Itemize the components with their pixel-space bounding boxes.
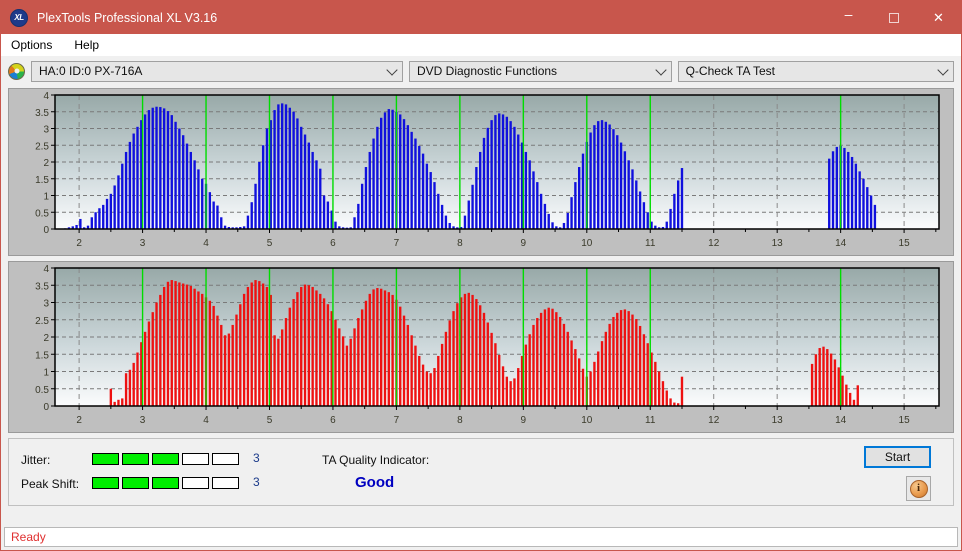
info-button[interactable]: i (906, 476, 931, 501)
svg-text:0: 0 (43, 225, 49, 236)
svg-text:7: 7 (394, 415, 400, 426)
svg-text:4: 4 (203, 415, 209, 426)
status-text: Ready (11, 530, 46, 544)
jitter-meter (92, 453, 239, 465)
ta-quality-value: Good (355, 474, 395, 491)
start-button[interactable]: Start (864, 446, 931, 468)
jitter-chart: 0 0.5 1 1.5 2 2.5 3 3.5 4 2 3 4 5 6 7 8 9 10 11 12 13 14 15 (35, 91, 940, 249)
svg-text:15: 15 (899, 238, 911, 249)
svg-text:13: 13 (772, 238, 784, 249)
app-icon: XL (10, 8, 28, 27)
window-controls: – ✕ (826, 1, 961, 34)
drive-select[interactable]: HA:0 ID:0 PX-716A (31, 60, 403, 82)
window-title: PlexTools Professional XL V3.16 (37, 10, 218, 25)
maximize-icon[interactable] (871, 1, 916, 34)
info-icon: i (909, 479, 928, 498)
svg-text:13: 13 (772, 415, 784, 426)
chevron-down-icon (386, 64, 398, 76)
toolbar: HA:0 ID:0 PX-716A DVD Diagnostic Functio… (1, 56, 961, 86)
meter-segment (122, 477, 149, 489)
svg-text:5: 5 (267, 415, 273, 426)
application-window: XL PlexTools Professional XL V3.16 – ✕ O… (0, 0, 962, 551)
close-icon[interactable]: ✕ (916, 1, 961, 34)
jitter-value: 3 (253, 451, 260, 465)
svg-text:10: 10 (581, 415, 593, 426)
test-select-value: Q-Check TA Test (685, 64, 775, 78)
meter-segment (182, 477, 209, 489)
chevron-down-icon (654, 64, 667, 76)
svg-text:2: 2 (76, 238, 82, 249)
drive-select-value: HA:0 ID:0 PX-716A (39, 64, 143, 78)
svg-text:8: 8 (457, 238, 463, 249)
function-select-value: DVD Diagnostic Functions (417, 64, 558, 78)
svg-text:15: 15 (899, 415, 911, 426)
peak-shift-value: 3 (253, 475, 260, 489)
minimize-icon[interactable]: – (826, 1, 871, 34)
charts-container: 0 0.5 1 1.5 2 2.5 3 3.5 4 2 3 4 5 6 7 8 9 10 11 12 13 14 15 00… (1, 86, 961, 433)
results-panel: Jitter: 3 Peak Shift: 3 TA Quality Indic… (8, 438, 954, 506)
meter-segment (212, 477, 239, 489)
svg-text:3: 3 (43, 125, 49, 136)
meter-segment (182, 453, 209, 465)
menu-item-options[interactable]: Options (7, 36, 62, 54)
svg-text:4: 4 (43, 264, 49, 275)
meter-segment (152, 453, 179, 465)
meter-segment (92, 453, 119, 465)
svg-text:4: 4 (43, 91, 49, 102)
svg-text:3: 3 (140, 415, 146, 426)
menu-item-help[interactable]: Help (70, 36, 109, 54)
svg-text:3.5: 3.5 (35, 108, 49, 119)
svg-text:1.5: 1.5 (35, 350, 49, 361)
svg-text:5: 5 (267, 238, 273, 249)
svg-text:12: 12 (708, 415, 720, 426)
function-select[interactable]: DVD Diagnostic Functions (409, 60, 672, 82)
svg-text:2.5: 2.5 (35, 316, 49, 327)
svg-text:2: 2 (43, 158, 49, 169)
svg-text:6: 6 (330, 238, 336, 249)
meter-segment (92, 477, 119, 489)
svg-text:14: 14 (835, 415, 847, 426)
svg-text:1.5: 1.5 (35, 175, 49, 186)
svg-text:0: 0 (43, 402, 49, 413)
peak-shift-chart: 0 0.5 1 1.5 2 2.5 3 3.5 4 2 3 4 5 6 7 8 9 10 11 12 13 14 15 (35, 264, 940, 426)
meter-segment (212, 453, 239, 465)
svg-text:1: 1 (43, 368, 49, 379)
svg-text:3: 3 (43, 299, 49, 310)
jitter-label: Jitter: (21, 453, 51, 467)
svg-text:8: 8 (457, 415, 463, 426)
status-bar: Ready (4, 527, 958, 547)
svg-text:9: 9 (521, 238, 527, 249)
meter-segment (152, 477, 179, 489)
test-select[interactable]: Q-Check TA Test (677, 60, 954, 82)
svg-text:2: 2 (43, 333, 49, 344)
ta-quality-label: TA Quality Indicator: (322, 453, 430, 467)
svg-text:9: 9 (521, 415, 527, 426)
peak-shift-chart-panel: 0 0.5 1 1.5 2 2.5 3 3.5 4 2 3 4 5 6 7 8 9 10 11 12 13 14 15 (8, 261, 954, 433)
svg-text:3.5: 3.5 (35, 281, 49, 292)
svg-text:4: 4 (203, 238, 209, 249)
meter-segment (122, 453, 149, 465)
svg-text:0.5: 0.5 (35, 385, 49, 396)
jitter-chart-panel: 0 0.5 1 1.5 2 2.5 3 3.5 4 2 3 4 5 6 7 8 9 10 11 12 13 14 15 (8, 88, 954, 256)
svg-text:3: 3 (140, 238, 146, 249)
svg-text:6: 6 (330, 415, 336, 426)
peak-shift-meter (92, 477, 239, 489)
chevron-down-icon (937, 64, 949, 76)
svg-text:7: 7 (394, 238, 400, 249)
disc-icon (8, 62, 25, 80)
menu-bar: Options Help (1, 34, 961, 56)
title-bar: XL PlexTools Professional XL V3.16 – ✕ (1, 1, 961, 34)
svg-text:14: 14 (835, 238, 847, 249)
svg-text:11: 11 (645, 415, 656, 426)
svg-text:0.5: 0.5 (35, 208, 49, 219)
svg-text:1: 1 (43, 192, 49, 203)
peak-shift-label: Peak Shift: (21, 477, 80, 491)
svg-text:12: 12 (708, 238, 720, 249)
svg-text:11: 11 (645, 238, 656, 249)
svg-text:10: 10 (581, 238, 593, 249)
svg-text:2.5: 2.5 (35, 141, 49, 152)
svg-text:2: 2 (76, 415, 82, 426)
